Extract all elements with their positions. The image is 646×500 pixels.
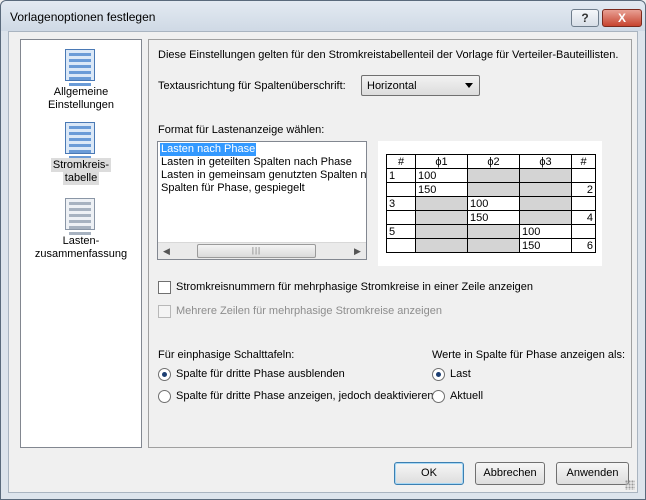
table-cell xyxy=(571,168,596,183)
horizontal-scrollbar[interactable]: ◀ ||| ▶ xyxy=(158,242,366,259)
ok-button[interactable]: OK xyxy=(394,462,464,485)
table-cell: 100 xyxy=(467,196,520,211)
chevron-down-icon xyxy=(465,83,473,88)
dialog-title: Vorlagenoptionen festlegen xyxy=(10,10,156,24)
table-cell xyxy=(415,224,468,239)
table-grid-icon xyxy=(65,198,95,235)
nav-item-stromkreistabelle[interactable]: Stromkreis- tabelle xyxy=(21,122,141,194)
dialog-window: Vorlagenoptionen festlegen ? X Allgemein… xyxy=(0,0,646,500)
table-cell: 100 xyxy=(519,224,572,239)
table-cell xyxy=(386,210,416,225)
table-cell xyxy=(571,224,596,239)
nav-item-allgemeine-einstellungen[interactable]: Allgemeine Einstellungen xyxy=(21,46,141,118)
nav-item-lastenzusammenfassung[interactable]: Lasten- zusammenfassung xyxy=(21,198,141,270)
multi-rows-checkbox-label: Mehrere Zeilen für mehrphasige Stromkrei… xyxy=(176,305,442,317)
scroll-left-icon[interactable]: ◀ xyxy=(158,243,175,259)
table-header: # xyxy=(571,154,596,169)
table-grid-icon xyxy=(65,122,95,159)
table-header: ϕ3 xyxy=(519,154,572,169)
list-item[interactable]: Spalten für Phase, gespiegelt xyxy=(160,182,306,195)
table-cell xyxy=(571,196,596,211)
apply-button[interactable]: Anwenden xyxy=(556,462,629,485)
table-row: 5 100 xyxy=(386,224,596,239)
table-cell xyxy=(415,210,468,225)
table-cell: 150 xyxy=(415,182,468,197)
table-cell: 1 xyxy=(386,168,416,183)
table-cell xyxy=(415,238,468,253)
title-bar: Vorlagenoptionen festlegen ? X xyxy=(1,1,645,31)
table-cell xyxy=(467,182,520,197)
table-cell: 150 xyxy=(519,238,572,253)
table-row: 150 6 xyxy=(386,238,596,253)
table-cell: 150 xyxy=(467,210,520,225)
table-cell: 2 xyxy=(571,182,596,197)
preview-table: # ϕ1 ϕ2 ϕ3 # 1 100 150 2 3 100 150 4 5 1… xyxy=(386,154,596,253)
table-cell xyxy=(519,196,572,211)
radio-current[interactable] xyxy=(432,390,445,403)
table-row: 1 100 xyxy=(386,168,596,183)
table-cell xyxy=(519,210,572,225)
table-cell xyxy=(415,196,468,211)
panel-description: Diese Einstellungen gelten für den Strom… xyxy=(158,49,619,61)
radio-show-disabled-third-phase[interactable] xyxy=(158,390,171,403)
scroll-thumb[interactable]: ||| xyxy=(197,244,316,258)
table-cell: 5 xyxy=(386,224,416,239)
radio-current-label[interactable]: Aktuell xyxy=(450,390,483,402)
scroll-right-icon[interactable]: ▶ xyxy=(349,243,366,259)
settings-panel: Diese Einstellungen gelten für den Strom… xyxy=(148,39,632,448)
list-item[interactable]: Lasten in geteilten Spalten nach Phase xyxy=(160,156,353,169)
table-header: ϕ2 xyxy=(467,154,520,169)
help-button[interactable]: ? xyxy=(571,9,599,27)
nav-label: Lasten- zusammenfassung xyxy=(34,235,128,260)
table-cell xyxy=(386,238,416,253)
table-cell xyxy=(386,182,416,197)
format-label: Format für Lastenanzeige wählen: xyxy=(158,124,325,136)
format-listbox[interactable]: Lasten nach Phase Lasten in geteilten Sp… xyxy=(157,141,367,260)
dialog-client-area: Allgemeine Einstellungen Stromkreis- tab… xyxy=(8,31,638,493)
resize-grip-icon[interactable] xyxy=(625,480,635,490)
table-grid-icon xyxy=(65,49,95,86)
radio-load-label[interactable]: Last xyxy=(450,368,471,380)
single-phase-label: Für einphasige Schalttafeln: xyxy=(158,349,295,361)
table-row: 150 2 xyxy=(386,182,596,197)
text-direction-dropdown[interactable]: Horizontal xyxy=(361,75,480,96)
table-cell: 6 xyxy=(571,238,596,253)
format-preview: # ϕ1 ϕ2 ϕ3 # 1 100 150 2 3 100 150 4 5 1… xyxy=(378,141,602,266)
one-row-checkbox-label[interactable]: Stromkreisnummern für mehrphasige Stromk… xyxy=(176,281,533,293)
dropdown-value: Horizontal xyxy=(367,80,417,92)
nav-label: Allgemeine Einstellungen xyxy=(47,86,115,111)
table-row: 150 4 xyxy=(386,210,596,225)
category-list: Allgemeine Einstellungen Stromkreis- tab… xyxy=(20,39,142,448)
table-cell: 4 xyxy=(571,210,596,225)
radio-hide-third-phase-label[interactable]: Spalte für dritte Phase ausblenden xyxy=(176,368,345,380)
table-cell xyxy=(467,238,520,253)
cancel-button[interactable]: Abbrechen xyxy=(475,462,545,485)
table-cell: 100 xyxy=(415,168,468,183)
table-header: ϕ1 xyxy=(415,154,468,169)
table-cell xyxy=(519,182,572,197)
close-button[interactable]: X xyxy=(602,9,642,27)
list-item[interactable]: Lasten in gemeinsam genutzten Spalten na… xyxy=(160,169,366,182)
nav-label: Stromkreis- tabelle xyxy=(50,158,112,185)
radio-load[interactable] xyxy=(432,368,445,381)
table-cell xyxy=(519,168,572,183)
table-row: 3 100 xyxy=(386,196,596,211)
text-direction-label: Textausrichtung für Spaltenüberschrift: xyxy=(158,80,346,92)
radio-hide-third-phase[interactable] xyxy=(158,368,171,381)
list-item[interactable]: Lasten nach Phase xyxy=(160,143,257,156)
table-cell xyxy=(467,224,520,239)
multi-rows-checkbox xyxy=(158,305,171,318)
radio-show-disabled-third-phase-label[interactable]: Spalte für dritte Phase anzeigen, jedoch… xyxy=(176,390,433,402)
table-cell: 3 xyxy=(386,196,416,211)
one-row-checkbox[interactable] xyxy=(158,281,171,294)
table-cell xyxy=(467,168,520,183)
table-header: # xyxy=(386,154,416,169)
values-label: Werte in Spalte für Phase anzeigen als: xyxy=(432,349,626,361)
